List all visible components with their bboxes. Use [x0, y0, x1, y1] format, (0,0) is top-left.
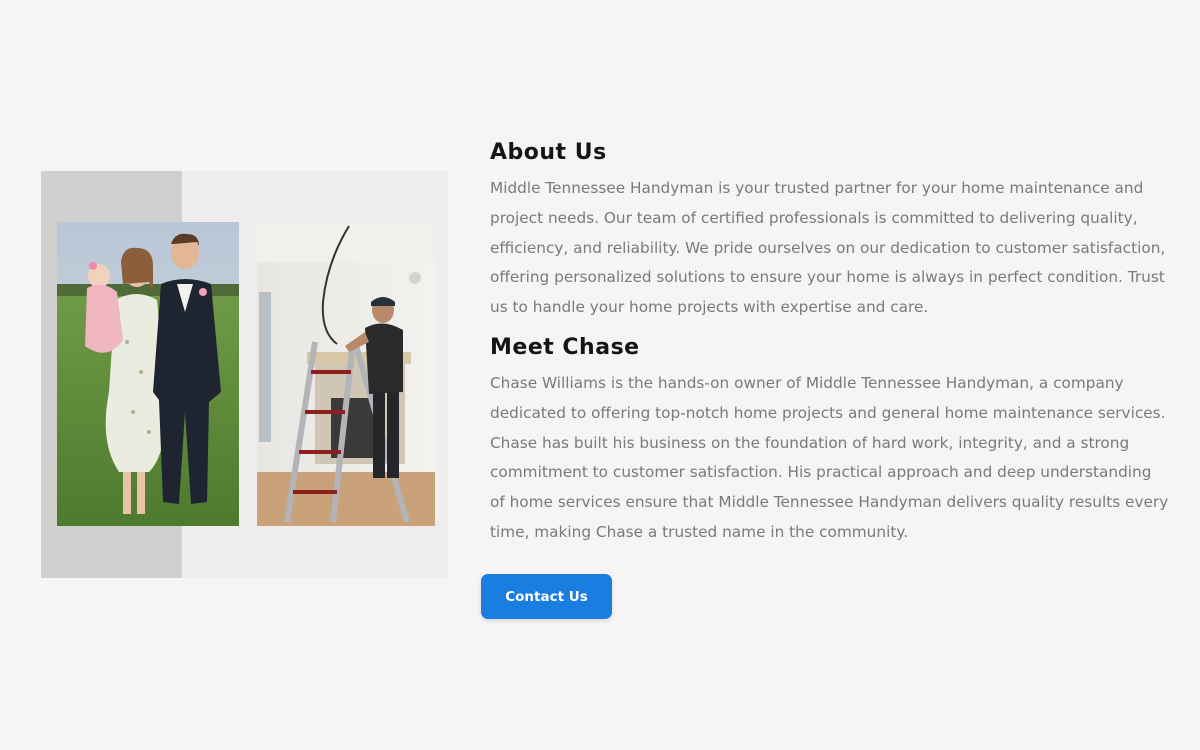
about-text-column: About Us Middle Tennessee Handyman is yo…	[490, 138, 1170, 548]
family-photo	[57, 222, 239, 526]
meet-chase-heading: Meet Chase	[490, 334, 640, 360]
about-heading: About Us	[490, 140, 607, 165]
about-paragraph: Middle Tennessee Handyman is your truste…	[490, 179, 1166, 317]
about-section: About Us Middle Tennessee Handyman is yo…	[0, 0, 1200, 750]
handyman-at-work-photo	[257, 222, 435, 526]
contact-us-button[interactable]: Contact Us	[481, 574, 612, 619]
photo-collage	[41, 171, 448, 578]
meet-chase-paragraph: Chase Williams is the hands-on owner of …	[490, 373, 1169, 541]
